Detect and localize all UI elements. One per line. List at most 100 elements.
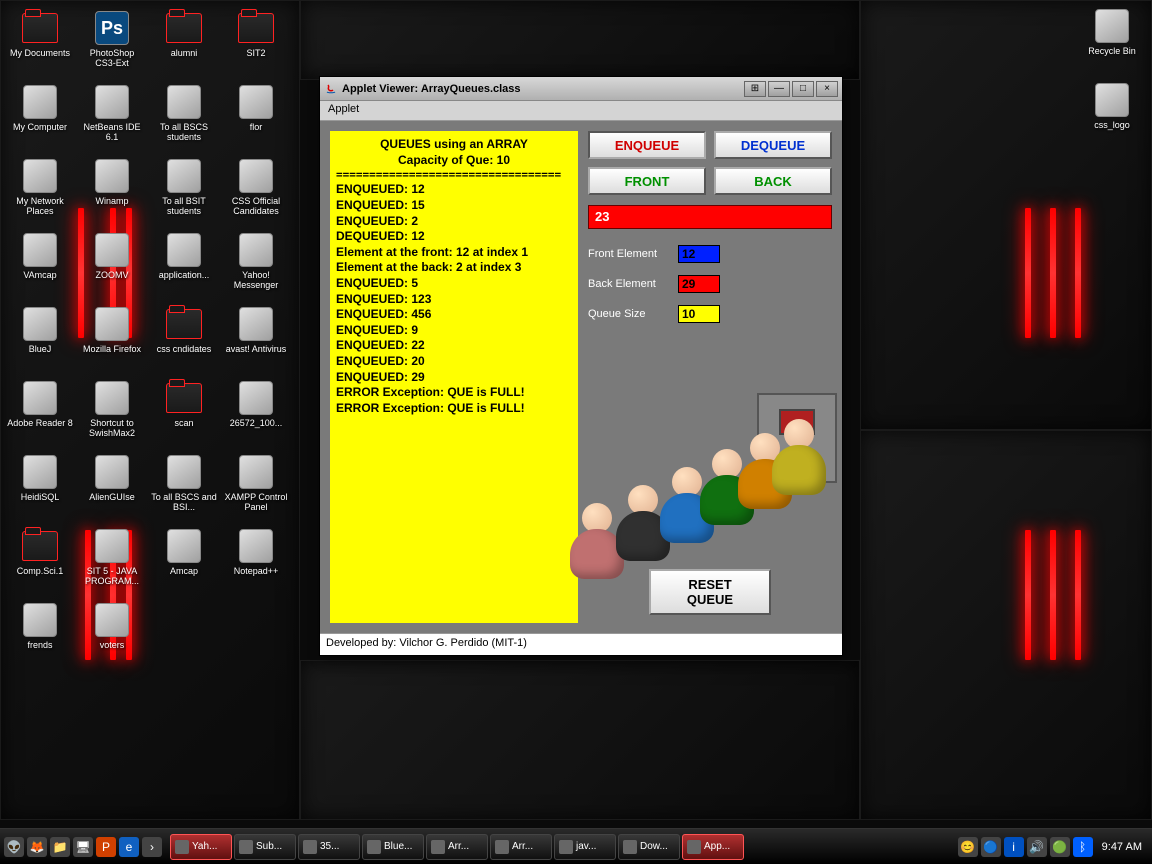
icon-label: frends <box>27 641 52 651</box>
desktop-icon[interactable]: NetBeans IDE 6.1 <box>77 81 147 145</box>
icon-label: CSS Official Candidates <box>223 197 289 217</box>
aero-icon[interactable]: ⊞ <box>744 81 766 97</box>
desktop-icon[interactable]: frends <box>5 599 75 653</box>
front-button[interactable]: FRONT <box>588 167 706 195</box>
clock[interactable]: 9:47 AM <box>1102 841 1142 853</box>
tray-icon[interactable]: ᛒ <box>1073 837 1093 857</box>
desktop-icon[interactable]: Yahoo! Messenger <box>221 229 291 293</box>
icon-label: NetBeans IDE 6.1 <box>79 123 145 143</box>
desktop-icon[interactable]: AlienGUIse <box>77 451 147 505</box>
tray-icon[interactable]: 🔵 <box>981 837 1001 857</box>
applet-menu[interactable]: Applet <box>328 103 359 115</box>
task-button[interactable]: 35... <box>298 834 360 860</box>
desktop-icon[interactable]: My Documents <box>5 7 75 61</box>
icon-label: My Computer <box>13 123 67 133</box>
desktop-icon[interactable]: To all BSCS students <box>149 81 219 145</box>
desktop-icon[interactable]: Comp.Sci.1 <box>5 525 75 579</box>
desktop-icon[interactable]: BlueJ <box>5 303 75 357</box>
desktop-icon[interactable]: SIT2 <box>221 7 291 61</box>
desktop-icon[interactable]: css_logo <box>1077 79 1147 133</box>
task-button[interactable]: Arr... <box>426 834 488 860</box>
desktop-icon[interactable]: VAmcap <box>5 229 75 283</box>
icon-label: css cndidates <box>157 345 212 355</box>
task-button[interactable]: Dow... <box>618 834 680 860</box>
desktop-icon[interactable]: CSS Official Candidates <box>221 155 291 219</box>
maximize-button[interactable]: □ <box>792 81 814 97</box>
tray-icon[interactable]: 🔊 <box>1027 837 1047 857</box>
quicklaunch-icon[interactable]: 🦊 <box>27 837 47 857</box>
task-button[interactable]: Sub... <box>234 834 296 860</box>
quicklaunch-icon[interactable]: › <box>142 837 162 857</box>
desktop-icon[interactable]: XAMPP Control Panel <box>221 451 291 515</box>
icon-label: Mozilla Firefox <box>83 345 141 355</box>
task-icon <box>559 840 573 854</box>
desktop-icon[interactable]: Mozilla Firefox <box>77 303 147 357</box>
desktop-icon[interactable]: voters <box>77 599 147 653</box>
desktop-icon[interactable]: Shortcut to SwishMax2 <box>77 377 147 441</box>
desktop-icon[interactable]: 26572_100... <box>221 377 291 431</box>
icon-label: flor <box>250 123 263 133</box>
size-label: Queue Size <box>588 308 678 320</box>
desktop-icon[interactable]: Recycle Bin <box>1077 5 1147 59</box>
desktop-icon[interactable]: PsPhotoShop CS3-Ext <box>77 7 147 71</box>
desktop-icon[interactable]: SIT 5 - JAVA PROGRAM... <box>77 525 147 589</box>
minimize-button[interactable]: — <box>768 81 790 97</box>
dequeue-button[interactable]: DEQUEUE <box>714 131 832 159</box>
task-label: jav... <box>576 841 596 852</box>
quicklaunch-icon[interactable]: e <box>119 837 139 857</box>
quicklaunch-icon[interactable]: P <box>96 837 116 857</box>
task-button[interactable]: jav... <box>554 834 616 860</box>
desktop-icon[interactable]: Amcap <box>149 525 219 579</box>
desktop-icon[interactable]: avast! Antivirus <box>221 303 291 357</box>
log-line: DEQUEUED: 12 <box>336 229 572 245</box>
quicklaunch-icon[interactable]: 🖥 <box>73 837 93 857</box>
icon-label: css_logo <box>1094 121 1130 131</box>
desktop-icon[interactable]: Adobe Reader 8 <box>5 377 75 431</box>
desktop-icon[interactable]: flor <box>221 81 291 135</box>
task-icon <box>239 840 253 854</box>
task-button[interactable]: Blue... <box>362 834 424 860</box>
icon-label: XAMPP Control Panel <box>223 493 289 513</box>
tray-icon[interactable]: 🟢 <box>1050 837 1070 857</box>
desktop-icon[interactable]: ZOOMV <box>77 229 147 283</box>
icon-label: SIT 5 - JAVA PROGRAM... <box>79 567 145 587</box>
tray-icon[interactable]: 😊 <box>958 837 978 857</box>
queue-illustration <box>558 393 842 583</box>
log-line: ENQUEUED: 15 <box>336 198 572 214</box>
icon-label: Recycle Bin <box>1088 47 1136 57</box>
desktop-icon[interactable]: My Computer <box>5 81 75 135</box>
desktop-icon[interactable]: Winamp <box>77 155 147 209</box>
task-label: App... <box>704 841 730 852</box>
log-heading: QUEUES using an ARRAY <box>336 137 572 153</box>
log-divider: ================================== <box>336 168 572 182</box>
titlebar[interactable]: Applet Viewer: ArrayQueues.class ⊞ — □ × <box>320 77 842 101</box>
task-button[interactable]: Yah... <box>170 834 232 860</box>
back-label: Back Element <box>588 278 678 290</box>
log-panel: QUEUES using an ARRAY Capacity of Que: 1… <box>330 131 578 623</box>
tray-icon[interactable]: i <box>1004 837 1024 857</box>
icon-label: Comp.Sci.1 <box>17 567 64 577</box>
desktop-icon[interactable]: To all BSIT students <box>149 155 219 219</box>
desktop-icon[interactable]: application... <box>149 229 219 283</box>
icon-label: To all BSIT students <box>151 197 217 217</box>
desktop-icon[interactable]: HeidiSQL <box>5 451 75 505</box>
task-button[interactable]: App... <box>682 834 744 860</box>
back-value: 29 <box>678 275 720 293</box>
desktop-icon[interactable]: Notepad++ <box>221 525 291 579</box>
close-button[interactable]: × <box>816 81 838 97</box>
enqueue-button[interactable]: ENQUEUE <box>588 131 706 159</box>
task-label: Dow... <box>640 841 668 852</box>
front-label: Front Element <box>588 248 678 260</box>
quicklaunch-icon[interactable]: 📁 <box>50 837 70 857</box>
desktop-icon[interactable]: To all BSCS and BSI... <box>149 451 219 515</box>
task-icon <box>687 840 701 854</box>
start-button[interactable]: 👽 <box>4 837 24 857</box>
desktop-icon[interactable]: My Network Places <box>5 155 75 219</box>
desktop-icon[interactable]: alumni <box>149 7 219 61</box>
task-button[interactable]: Arr... <box>490 834 552 860</box>
desktop-icon[interactable]: css cndidates <box>149 303 219 357</box>
desktop-icon[interactable]: scan <box>149 377 219 431</box>
person-icon <box>698 449 756 525</box>
reset-button[interactable]: RESET QUEUE <box>649 569 771 615</box>
back-button[interactable]: BACK <box>714 167 832 195</box>
